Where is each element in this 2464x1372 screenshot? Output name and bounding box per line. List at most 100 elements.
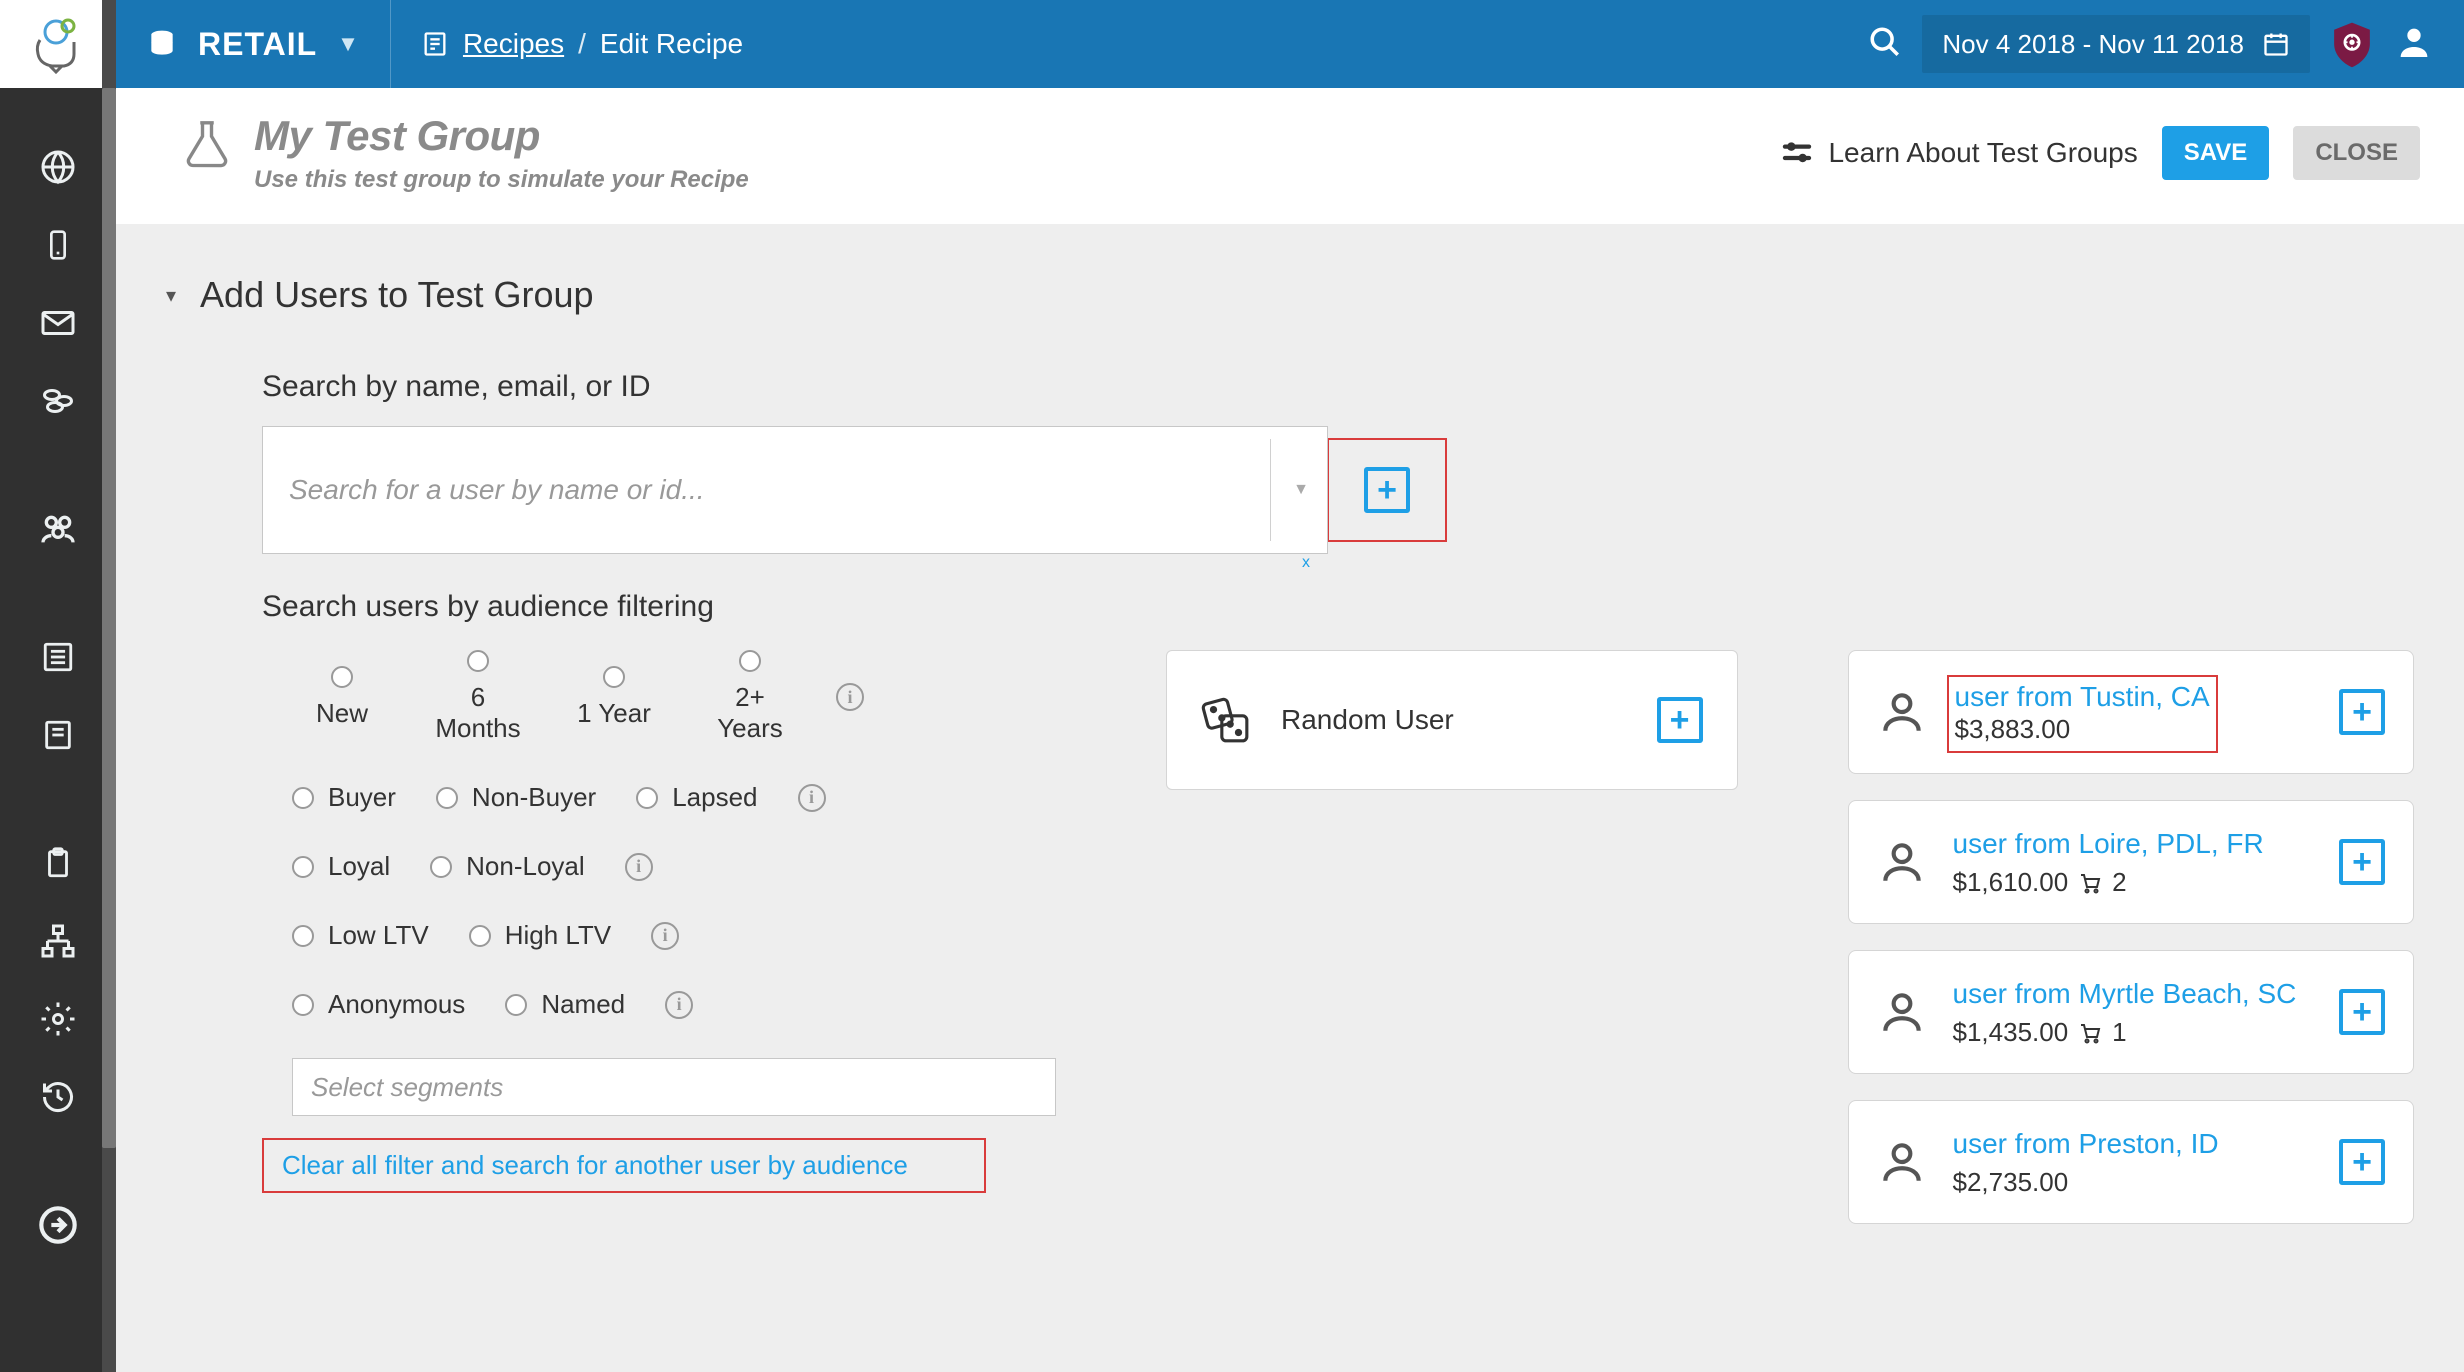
database-icon (146, 28, 178, 60)
clear-filter-box: Clear all filter and search for another … (262, 1138, 986, 1193)
radio-icon (292, 925, 314, 947)
app-logo[interactable] (0, 0, 116, 88)
save-button-label: SAVE (2184, 139, 2248, 167)
user-name-link[interactable]: user from Myrtle Beach, SC (1953, 976, 2297, 1011)
nav-stack[interactable] (0, 362, 116, 440)
radio-label: Anonymous (328, 989, 465, 1020)
nav-mobile[interactable] (0, 206, 116, 284)
search-dropdown-caret-icon[interactable]: ▼ (1293, 481, 1309, 499)
add-user-button[interactable]: + (2339, 689, 2385, 735)
user-results: user from Tustin, CA $3,883.00 + user fr… (1848, 650, 2415, 1224)
user-name-link[interactable]: user from Preston, ID (1953, 1126, 2219, 1161)
radio-icon (430, 856, 452, 878)
radio-lowltv[interactable]: Low LTV (292, 920, 429, 951)
dice-icon (1201, 695, 1251, 745)
nav-settings[interactable] (0, 980, 116, 1058)
nav-sitemap[interactable] (0, 902, 116, 980)
security-badge[interactable] (2330, 19, 2374, 69)
search-icon (1868, 25, 1902, 59)
radio-6months[interactable]: 6 Months (428, 650, 528, 744)
user-icon (1877, 1137, 1927, 1187)
nav-history[interactable] (0, 1058, 116, 1136)
breadcrumb-link-recipes[interactable]: Recipes (463, 28, 564, 60)
radio-highltv[interactable]: High LTV (469, 920, 611, 951)
radio-named[interactable]: Named (505, 989, 625, 1020)
radio-loyal[interactable]: Loyal (292, 851, 390, 882)
user-menu[interactable] (2394, 22, 2434, 67)
info-icon[interactable]: i (651, 922, 679, 950)
radio-label: 2+ Years (700, 682, 800, 744)
date-range-label: Nov 4 2018 - Nov 11 2018 (1942, 29, 2244, 60)
user-card: user from Loire, PDL, FR $1,610.00 2 + (1848, 800, 2415, 924)
radio-label: High LTV (505, 920, 611, 951)
section-title-row: ▾ Add Users to Test Group (166, 274, 2414, 316)
shield-icon (2330, 19, 2374, 69)
sidebar-scroll-thumb[interactable] (102, 88, 116, 1148)
nav-list[interactable] (0, 618, 116, 696)
radio-buyer[interactable]: Buyer (292, 782, 396, 813)
add-user-button[interactable]: + (2339, 839, 2385, 885)
info-icon[interactable]: i (836, 683, 864, 711)
info-icon[interactable]: i (665, 991, 693, 1019)
breadcrumb-current: Edit Recipe (600, 28, 743, 60)
radio-icon (467, 650, 489, 672)
top-search[interactable] (1868, 25, 1902, 64)
segments-placeholder: Select segments (311, 1072, 503, 1103)
search-input[interactable] (289, 474, 1301, 506)
radio-1year[interactable]: 1 Year (564, 666, 664, 729)
add-user-button[interactable]: + (1327, 438, 1447, 542)
nav-clipboard[interactable] (0, 824, 116, 902)
user-name-link[interactable]: user from Tustin, CA (1955, 681, 2210, 712)
flask-icon (180, 116, 234, 175)
random-user-label: Random User (1281, 704, 1454, 736)
nav-users[interactable] (0, 490, 116, 568)
close-button[interactable]: CLOSE (2293, 126, 2420, 180)
add-user-button[interactable]: + (2339, 1139, 2385, 1185)
user-icon (1877, 837, 1927, 887)
arrow-right-circle-icon (38, 1205, 78, 1245)
cart-icon (2078, 1021, 2102, 1045)
nav-mail[interactable] (0, 284, 116, 362)
info-icon[interactable]: i (798, 784, 826, 812)
radio-label: Non-Loyal (466, 851, 585, 882)
filter-row-ltv: Low LTV High LTV i (292, 920, 1056, 951)
radio-anonymous[interactable]: Anonymous (292, 989, 465, 1020)
add-user-button[interactable]: + (2339, 989, 2385, 1035)
filter-row-buyer: Buyer Non-Buyer Lapsed i (292, 782, 1056, 813)
top-right: Nov 4 2018 - Nov 11 2018 (1868, 15, 2434, 73)
sidebar-nav (0, 88, 116, 1264)
date-range-picker[interactable]: Nov 4 2018 - Nov 11 2018 (1922, 15, 2310, 73)
radio-icon (636, 787, 658, 809)
clear-search-x[interactable]: x (1302, 554, 1310, 572)
user-amount: $1,435.00 (1953, 1017, 2069, 1048)
radio-label: Loyal (328, 851, 390, 882)
gear-icon (40, 1001, 76, 1037)
info-icon[interactable]: i (625, 853, 653, 881)
radio-2years[interactable]: 2+ Years (700, 650, 800, 744)
learn-link[interactable]: Learn About Test Groups (1780, 136, 2137, 170)
radio-nonloyal[interactable]: Non-Loyal (430, 851, 585, 882)
plus-icon: + (2339, 689, 2385, 735)
user-amount: $3,883.00 (1955, 714, 2210, 745)
clear-filter-link[interactable]: Clear all filter and search for another … (282, 1150, 908, 1180)
radio-new[interactable]: New (292, 666, 392, 729)
calendar-icon (2262, 30, 2290, 58)
brand-selector[interactable]: RETAIL ▼ (146, 0, 391, 88)
filter-area: New 6 Months 1 Year 2+ Years i Buyer Non… (262, 650, 2414, 1224)
save-button[interactable]: SAVE (2162, 126, 2270, 180)
nav-forward[interactable] (0, 1186, 116, 1264)
radio-lapsed[interactable]: Lapsed (636, 782, 757, 813)
brand-label: RETAIL (198, 26, 317, 63)
user-amount: $2,735.00 (1953, 1167, 2069, 1198)
radio-label: Low LTV (328, 920, 429, 951)
radio-nonbuyer[interactable]: Non-Buyer (436, 782, 596, 813)
nav-doc[interactable] (0, 696, 116, 774)
user-card: user from Tustin, CA $3,883.00 + (1848, 650, 2415, 774)
nav-globe[interactable] (0, 128, 116, 206)
collapse-caret-icon[interactable]: ▾ (166, 283, 176, 308)
recipe-icon (421, 30, 449, 58)
segments-select[interactable]: Select segments (292, 1058, 1056, 1116)
user-amount: $1,610.00 (1953, 867, 2069, 898)
user-name-link[interactable]: user from Loire, PDL, FR (1953, 826, 2264, 861)
add-random-user-button[interactable]: + (1657, 697, 1703, 743)
